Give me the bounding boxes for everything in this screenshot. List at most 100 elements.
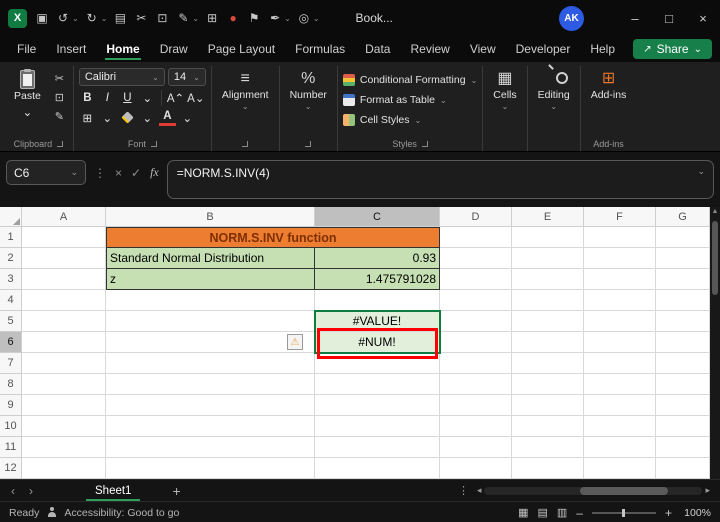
cell[interactable] [22, 290, 106, 311]
flag-icon[interactable]: ⚑ [244, 7, 264, 29]
column-header-g[interactable]: G [656, 207, 710, 227]
accessibility-status[interactable]: Accessibility: Good to go [64, 507, 179, 519]
undo-dropdown-icon[interactable]: ⌄ [72, 14, 79, 23]
row-header-3[interactable]: 3 [0, 269, 22, 290]
column-header-c[interactable]: C [315, 207, 440, 227]
cell[interactable] [106, 374, 315, 395]
zoom-slider[interactable] [591, 508, 656, 517]
enter-icon[interactable]: ✓ [131, 166, 141, 180]
cell-c5[interactable]: #VALUE! [315, 311, 440, 332]
cell[interactable] [512, 353, 584, 374]
tab-view[interactable]: View [461, 38, 505, 60]
record-icon[interactable]: ● [223, 7, 243, 29]
cell[interactable] [656, 353, 710, 374]
borders-dropdown-icon[interactable]: ⌄ [99, 109, 116, 126]
formula-input[interactable]: =NORM.S.INV(4) ⌄ [166, 160, 714, 199]
cancel-icon[interactable]: × [115, 166, 122, 180]
row-header-8[interactable]: 8 [0, 374, 22, 395]
cell[interactable] [22, 437, 106, 458]
addins-button[interactable]: ⊞ Add-ins [586, 68, 632, 102]
row-header-12[interactable]: 12 [0, 458, 22, 479]
copilot-icon[interactable]: ◎ [294, 7, 314, 29]
cell[interactable] [584, 395, 656, 416]
cell-e6[interactable] [512, 332, 584, 353]
zoom-in-icon[interactable]: + [665, 506, 672, 520]
cell[interactable] [440, 437, 512, 458]
add-sheet-button[interactable]: + [172, 483, 180, 499]
cell[interactable] [656, 395, 710, 416]
redo-dropdown-icon[interactable]: ⌄ [101, 14, 108, 23]
column-header-e[interactable]: E [512, 207, 584, 227]
page-break-view-icon[interactable]: ▥ [557, 506, 567, 519]
conditional-formatting-button[interactable]: Conditional Formatting ⌄ [342, 71, 477, 89]
cell-d1[interactable] [440, 227, 512, 248]
column-header-f[interactable]: F [584, 207, 656, 227]
tab-data[interactable]: Data [356, 38, 399, 60]
cell[interactable] [656, 458, 710, 479]
alignment-dialog-launcher-icon[interactable] [242, 140, 249, 147]
cut-button[interactable]: ✂ [51, 70, 68, 86]
tab-help[interactable]: Help [581, 38, 624, 60]
account-avatar[interactable]: AK [559, 5, 584, 31]
cell-c2[interactable]: 0.93 [315, 248, 440, 269]
cell-e1[interactable] [512, 227, 584, 248]
row-header-4[interactable]: 4 [0, 290, 22, 311]
cell[interactable] [440, 290, 512, 311]
cell[interactable] [512, 437, 584, 458]
fill-color-dropdown-icon[interactable]: ⌄ [139, 109, 156, 126]
cut-icon[interactable]: ✂ [131, 7, 151, 29]
zoom-out-icon[interactable]: – [576, 506, 583, 520]
cell[interactable] [106, 353, 315, 374]
row-header-10[interactable]: 10 [0, 416, 22, 437]
cell-e2[interactable] [512, 248, 584, 269]
bold-button[interactable]: B [79, 89, 96, 106]
cell-g6[interactable] [656, 332, 710, 353]
cell-b2[interactable]: Standard Normal Distribution [106, 248, 315, 269]
cell-f6[interactable] [584, 332, 656, 353]
cell[interactable] [22, 416, 106, 437]
cell[interactable] [106, 458, 315, 479]
cell[interactable] [512, 374, 584, 395]
cell[interactable] [656, 416, 710, 437]
cell[interactable] [315, 290, 440, 311]
normal-view-icon[interactable]: ▦ [518, 506, 528, 519]
share-button[interactable]: ↗ Share ⌄ [633, 39, 712, 59]
alignment-button[interactable]: ≡ Alignment ⌄ [217, 68, 274, 112]
cell[interactable] [584, 374, 656, 395]
cell-b1-merged-title[interactable]: NORM.S.INV function [106, 227, 440, 248]
cell[interactable] [315, 353, 440, 374]
cell-b3[interactable]: z [106, 269, 315, 290]
cell[interactable] [106, 395, 315, 416]
cell-c3[interactable]: 1.475791028 [315, 269, 440, 290]
cell-b6[interactable] [106, 332, 315, 353]
cell[interactable] [440, 416, 512, 437]
cell-f5[interactable] [584, 311, 656, 332]
cell-e5[interactable] [512, 311, 584, 332]
row-header-1[interactable]: 1 [0, 227, 22, 248]
column-header-a[interactable]: A [22, 207, 106, 227]
copy-button[interactable]: ⊡ [51, 89, 68, 105]
excel-logo-icon[interactable]: X [8, 8, 27, 28]
pivot-table-icon[interactable]: ⊞ [202, 7, 222, 29]
row-header-5[interactable]: 5 [0, 311, 22, 332]
cell-g2[interactable] [656, 248, 710, 269]
cell[interactable] [106, 416, 315, 437]
cell[interactable] [440, 458, 512, 479]
cell[interactable] [106, 437, 315, 458]
row-header-2[interactable]: 2 [0, 248, 22, 269]
number-dialog-launcher-icon[interactable] [305, 140, 312, 147]
select-all-button[interactable] [0, 207, 22, 227]
styles-dialog-launcher-icon[interactable] [421, 140, 428, 147]
cell[interactable] [315, 437, 440, 458]
cell[interactable] [22, 395, 106, 416]
scroll-right-icon[interactable]: ▸ [705, 485, 710, 496]
format-painter-button[interactable]: ✎ [51, 108, 68, 124]
horizontal-scrollbar[interactable]: ◂ ▸ [477, 485, 710, 496]
cell[interactable] [440, 374, 512, 395]
tab-review[interactable]: Review [401, 38, 458, 60]
italic-button[interactable]: I [99, 89, 116, 106]
cell-a6[interactable] [22, 332, 106, 353]
format-painter-icon[interactable]: ✎ [173, 7, 193, 29]
save-icon[interactable]: ▣ [32, 7, 52, 29]
cell-g1[interactable] [656, 227, 710, 248]
